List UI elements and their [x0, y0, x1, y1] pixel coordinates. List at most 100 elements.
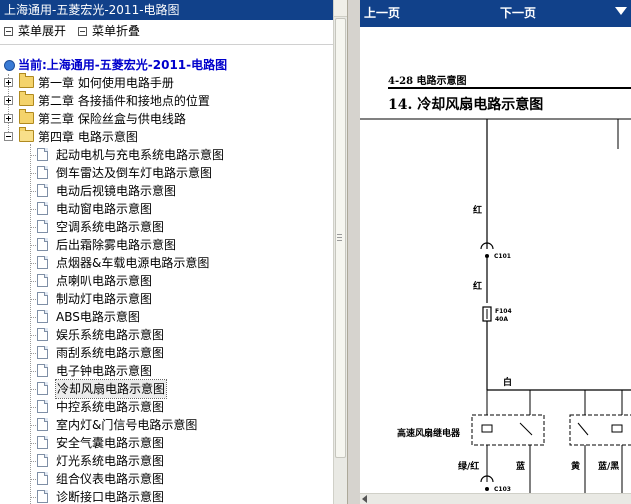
relay-coil-icon	[611, 424, 623, 433]
wire-color-label: 绿/红	[458, 462, 480, 472]
tree-chapter-2[interactable]: 第二章 各接插件和接地点的位置	[0, 91, 333, 110]
tree-item[interactable]: ABS电路示意图	[0, 308, 333, 326]
relay-switch-icon	[519, 422, 533, 436]
connector-label: C101	[494, 253, 511, 260]
wire-color-label: 蓝/黑	[598, 462, 620, 472]
document-icon	[37, 310, 48, 323]
tree-connector	[30, 443, 36, 444]
tree-item[interactable]: 中控系统电路示意图	[0, 398, 333, 416]
tree-item[interactable]: 雨刮系统电路示意图	[0, 344, 333, 362]
tree-item[interactable]: 电动后视镜电路示意图	[0, 182, 333, 200]
chapter-label: 第二章 各接插件和接地点的位置	[38, 94, 210, 108]
tree-item[interactable]: 点烟器&车载电源电路示意图	[0, 254, 333, 272]
folder-icon	[19, 91, 34, 106]
item-label: 电子钟电路示意图	[56, 364, 153, 378]
tree-connector	[30, 317, 36, 318]
item-label: 冷却风扇电路示意图	[54, 379, 168, 399]
open-folder-icon	[19, 127, 34, 142]
document-icon	[37, 436, 48, 449]
tree-connector	[30, 173, 36, 174]
tree-item[interactable]: 娱乐系统电路示意图	[0, 326, 333, 344]
connector-pin	[485, 254, 489, 258]
document-icon	[37, 238, 48, 251]
dropdown-arrow-icon[interactable]	[615, 7, 627, 15]
tree-item[interactable]: 电动窗电路示意图	[0, 200, 333, 218]
tree-item[interactable]: 电子钟电路示意图	[0, 362, 333, 380]
chapter-label: 第四章 电路示意图	[38, 130, 138, 144]
minus-box-icon	[4, 27, 13, 36]
tree-item[interactable]: 起动电机与充电系统电路示意图	[0, 146, 333, 164]
tree-item[interactable]: 组合仪表电路示意图	[0, 470, 333, 488]
document-icon	[37, 364, 48, 377]
tree-item[interactable]: 点喇叭电路示意图	[0, 272, 333, 290]
expand-plus-icon[interactable]	[4, 114, 13, 123]
relay-label: 高速风扇继电器	[397, 429, 461, 439]
tree-connector	[30, 425, 36, 426]
tree-chapter-3[interactable]: 第三章 保险丝盒与供电线路	[0, 109, 333, 128]
tree-item[interactable]: 空调系统电路示意图	[0, 218, 333, 236]
connector-pin	[485, 487, 489, 491]
minus-box-icon	[78, 27, 87, 36]
folder-icon	[19, 109, 34, 124]
chapter-label: 第三章 保险丝盒与供电线路	[38, 112, 186, 126]
tree-item[interactable]: 制动灯电路示意图	[0, 290, 333, 308]
item-label: 点喇叭电路示意图	[56, 274, 153, 288]
document-icon	[37, 346, 48, 359]
collapse-minus-icon[interactable]	[4, 132, 13, 141]
item-label: 诊断接口电路示意图	[56, 490, 165, 504]
document-horizontal-scrollbar[interactable]	[360, 493, 631, 504]
next-page-button[interactable]: 下一页	[500, 0, 536, 27]
tree-item-selected[interactable]: 冷却风扇电路示意图	[0, 379, 333, 399]
expand-plus-icon[interactable]	[4, 78, 13, 87]
tree-vertical-scrollbar[interactable]	[333, 0, 347, 504]
diagram-page: 4-28 电路示意图 14. 冷却风扇电路示意图 红 C101 红 F104 4…	[360, 27, 631, 494]
tree-item[interactable]: 后出霜除雾电路示意图	[0, 236, 333, 254]
item-label: 后出霜除雾电路示意图	[56, 238, 177, 252]
tree-item[interactable]: 室内灯&门信号电路示意图	[0, 416, 333, 434]
scroll-up-button[interactable]	[334, 0, 347, 17]
wire-color-label: 黄	[571, 462, 581, 472]
tree-chapter-1[interactable]: 第一章 如何使用电路手册	[0, 73, 333, 92]
wire-color-label: 红	[473, 282, 483, 292]
item-label: 起动电机与充电系统电路示意图	[56, 148, 225, 162]
item-label: 制动灯电路示意图	[56, 292, 153, 306]
current-document-label: 当前:上海通用-五菱宏光-2011-电路图	[18, 58, 228, 72]
tree-connector	[30, 497, 36, 498]
tree-chapter-4[interactable]: 第四章 电路示意图	[0, 127, 333, 146]
tree-connector	[30, 461, 36, 462]
document-icon	[37, 382, 48, 395]
collapse-menu-button[interactable]: 菜单折叠	[78, 22, 140, 40]
document-icon	[37, 454, 48, 467]
item-label: 空调系统电路示意图	[56, 220, 165, 234]
document-icon	[37, 418, 48, 431]
expand-menu-button[interactable]: 菜单展开	[4, 22, 66, 40]
tree-item[interactable]: 灯光系统电路示意图	[0, 452, 333, 470]
collapse-menu-label: 菜单折叠	[92, 24, 141, 38]
tree-item[interactable]: 倒车雷达及倒车灯电路示意图	[0, 164, 333, 182]
document-icon	[37, 472, 48, 485]
scroll-left-arrow-icon[interactable]	[362, 495, 367, 503]
document-pane: 上一页 下一页 4-28 电路示意图 14. 冷却风扇电路示意图 红 C101 …	[360, 0, 631, 504]
previous-page-button[interactable]: 上一页	[364, 0, 400, 27]
fuse-id-label: F104	[495, 308, 512, 315]
document-icon	[37, 328, 48, 341]
wire-color-label: 蓝	[516, 462, 526, 472]
tree-item[interactable]: 安全气囊电路示意图	[0, 434, 333, 452]
tree-connector	[30, 227, 36, 228]
current-document-link[interactable]: 当前:上海通用-五菱宏光-2011-电路图	[4, 56, 227, 74]
chapter-label: 第一章 如何使用电路手册	[38, 76, 174, 90]
tree-connector	[30, 299, 36, 300]
tree-connector	[30, 371, 36, 372]
item-label: 组合仪表电路示意图	[56, 472, 165, 486]
toolbar-divider	[0, 44, 333, 45]
tree-connector	[30, 155, 36, 156]
relay-coil-icon	[481, 424, 493, 433]
wire-color-label: 白	[503, 378, 513, 388]
tree-item[interactable]: 诊断接口电路示意图	[0, 488, 333, 504]
globe-icon	[4, 60, 15, 71]
pane-splitter[interactable]	[347, 0, 360, 504]
expand-plus-icon[interactable]	[4, 96, 13, 105]
item-label: ABS电路示意图	[56, 310, 140, 324]
item-label: 安全气囊电路示意图	[56, 436, 165, 450]
item-label: 灯光系统电路示意图	[56, 454, 165, 468]
